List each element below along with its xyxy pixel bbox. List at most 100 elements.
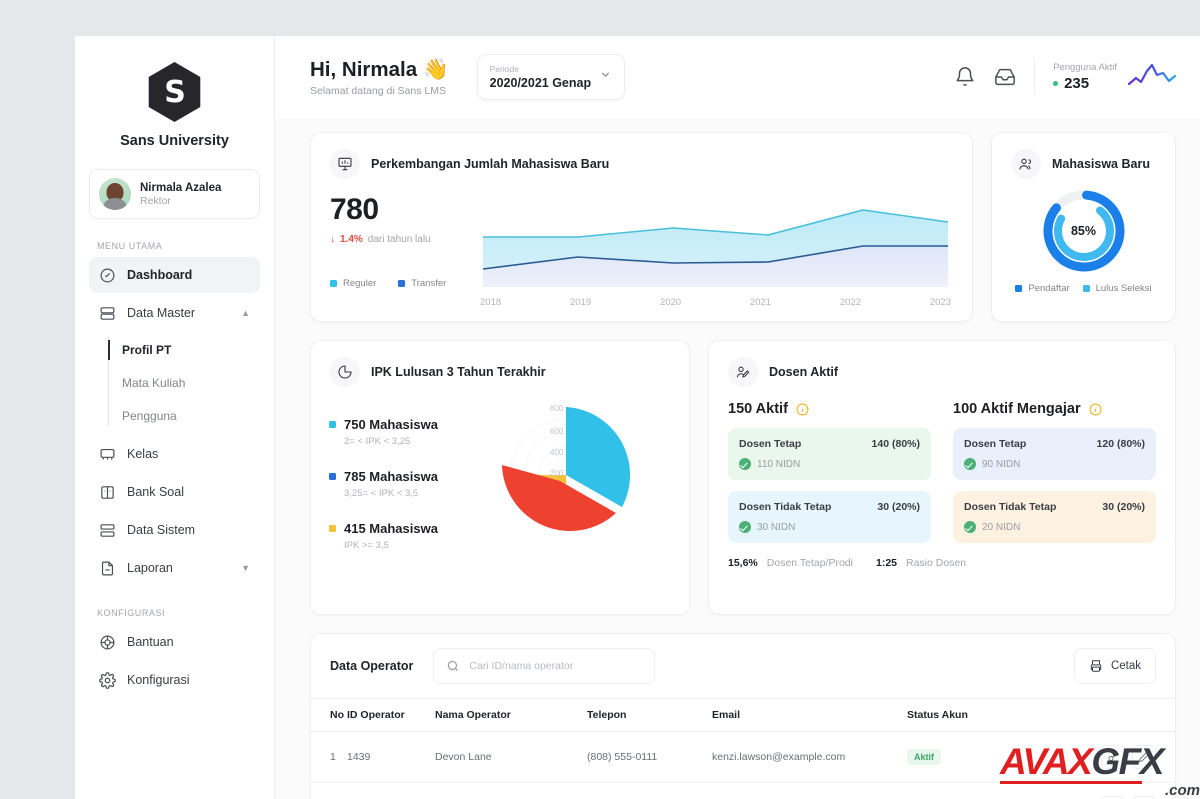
sidebar-item-label: Bank Soal xyxy=(127,485,184,499)
legend-label: 785 Mahasiswa xyxy=(344,469,438,484)
radial-tick: 800 xyxy=(550,404,564,413)
legend-swatch xyxy=(1015,285,1023,292)
dosen-box-value: 140 (80%) xyxy=(871,438,920,450)
ipk-pie-chart: 800 600 400 200 xyxy=(484,403,674,588)
sidebar-item-data-sistem[interactable]: Data Sistem xyxy=(89,512,260,548)
edit-icon[interactable] xyxy=(1132,745,1156,769)
active-users-value: 235 xyxy=(1064,75,1090,92)
legend-swatch xyxy=(330,280,337,287)
dosen-box: Dosen Tidak Tetap 30 (20%) 30 NIDN xyxy=(728,491,931,543)
operator-table-card: Data Operator Cetak No ID Operator xyxy=(310,633,1176,799)
legend-swatch xyxy=(329,525,336,532)
info-icon[interactable] xyxy=(796,403,809,416)
search-input[interactable] xyxy=(469,660,643,672)
x-tick: 2022 xyxy=(839,297,862,308)
dosen-box-sub: 20 NIDN xyxy=(982,521,1021,533)
legend-item: Transfer xyxy=(398,278,446,289)
legend-range: IPK >= 3,5 xyxy=(344,540,389,551)
legend-item: Reguler xyxy=(330,278,376,289)
legend-item: 785 Mahasiswa 3,25= < IPK < 3,5 xyxy=(329,469,484,499)
sidebar: S Sans University Nirmala Azalea Rektor … xyxy=(75,36,275,799)
dosen-box-value: 120 (80%) xyxy=(1096,438,1145,450)
donut-center-label: 85% xyxy=(1070,224,1097,238)
x-tick: 2021 xyxy=(749,297,772,308)
column-header[interactable]: Email xyxy=(712,698,907,732)
legend-swatch xyxy=(329,421,336,428)
user-profile-card[interactable]: Nirmala Azalea Rektor xyxy=(89,169,260,219)
period-value: 2020/2021 Genap xyxy=(489,76,592,90)
dosen-card: Dosen Aktif 150 Aktif Dosen Tetap 140 (8… xyxy=(708,340,1176,615)
chevron-down-icon xyxy=(599,68,612,86)
dosen-heading: 100 Aktif Mengajar xyxy=(953,401,1081,417)
growth-total: 780 xyxy=(330,193,379,226)
dosen-box-sub: 30 NIDN xyxy=(757,521,796,533)
legend-range: 2= < IPK < 3,25 xyxy=(344,436,411,447)
sidebar-subitem-mata-kuliah[interactable]: Mata Kuliah xyxy=(122,366,260,399)
cell-status: Aktif xyxy=(907,731,1007,783)
growth-legend: Reguler Transfer xyxy=(330,278,478,289)
sidebar-item-label: Bantuan xyxy=(127,635,174,649)
legend-item: Lulus Seleksi xyxy=(1082,283,1152,294)
dosen-box-sub: 110 NIDN xyxy=(757,458,801,470)
sidebar-subitem-profil-pt[interactable]: Profil PT xyxy=(122,333,260,366)
table-row[interactable]: 1 1439 Devon Lane (808) 555-0111 kenzi.l… xyxy=(311,731,1175,783)
cell-phone: (808) 555-0111 xyxy=(587,731,712,783)
bell-icon[interactable] xyxy=(954,66,976,88)
sidebar-item-laporan[interactable]: Laporan ▼ xyxy=(89,550,260,586)
table-header-row: No ID Operator Nama Operator Telepon Ema… xyxy=(311,698,1175,732)
cell-no: 2 xyxy=(311,782,347,799)
legend-label: Pendaftar xyxy=(1028,283,1070,294)
donut-chart: 85% xyxy=(992,183,1175,279)
wave-icon: 👋 xyxy=(423,57,449,81)
cell-email: kenzi.lawson@example.com xyxy=(712,731,907,783)
data-master-submenu: Profil PT Mata Kuliah Pengguna xyxy=(108,333,260,432)
table-toolbar: Data Operator Cetak xyxy=(311,634,1175,698)
sidebar-item-konfigurasi[interactable]: Konfigurasi xyxy=(89,662,260,698)
column-header[interactable]: Telepon xyxy=(587,698,712,732)
column-header-actions xyxy=(1007,698,1175,732)
period-select[interactable]: Periode 2020/2021 Genap xyxy=(476,54,625,100)
sidebar-item-kelas[interactable]: Kelas xyxy=(89,436,260,472)
document-icon xyxy=(99,560,116,577)
table-row[interactable]: 2 5028 Arlene McCoy (505) 555-0125 tim.j… xyxy=(311,782,1175,799)
search-box[interactable] xyxy=(433,648,656,684)
brand-name: Sans University xyxy=(120,133,229,149)
legend-swatch xyxy=(329,473,336,480)
greeting-subtitle: Selamat datang di Sans LMS xyxy=(310,84,446,97)
legend-item: 750 Mahasiswa 2= < IPK < 3,25 xyxy=(329,417,484,447)
sidebar-item-data-master[interactable]: Data Master ▲ xyxy=(89,295,260,331)
status-badge: Aktif xyxy=(907,749,941,765)
card-title: Dosen Aktif xyxy=(769,365,838,379)
growth-delta: ↓ 1.4% dari tahun lalu xyxy=(330,234,478,245)
donut-legend: Pendaftar Lulus Seleksi xyxy=(992,283,1175,294)
operator-table: No ID Operator Nama Operator Telepon Ema… xyxy=(311,698,1175,799)
legend-swatch xyxy=(398,280,406,287)
top-bar: Hi, Nirmala 👋 Selamat datang di Sans LMS… xyxy=(275,36,1200,118)
stat-value: 15,6% xyxy=(728,557,758,569)
profile-name: Nirmala Azalea xyxy=(140,181,222,194)
sidebar-item-dashboard[interactable]: Dashboard xyxy=(89,257,260,293)
sidebar-item-bantuan[interactable]: Bantuan xyxy=(89,624,260,660)
classroom-icon xyxy=(99,446,116,463)
key-icon[interactable] xyxy=(1101,745,1125,769)
dosen-box-name: Dosen Tidak Tetap xyxy=(739,501,832,513)
topbar-actions: Pengguna Aktif 235 xyxy=(954,59,1176,95)
sidebar-subitem-pengguna[interactable]: Pengguna xyxy=(122,399,260,432)
column-header[interactable]: ID Operator xyxy=(347,698,435,732)
x-tick: 2023 xyxy=(929,297,951,308)
check-icon xyxy=(739,458,751,470)
info-icon[interactable] xyxy=(1089,403,1102,416)
row-charts-top: Perkembangan Jumlah Mahasiswa Baru 780 ↓… xyxy=(310,132,1176,322)
column-header[interactable]: Nama Operator xyxy=(435,698,587,732)
cell-name: Arlene McCoy xyxy=(435,782,587,799)
sidebar-item-bank-soal[interactable]: Bank Soal xyxy=(89,474,260,510)
column-header[interactable]: Status Akun xyxy=(907,698,1007,732)
column-header[interactable]: No xyxy=(311,698,347,732)
legend-item: 415 Mahasiswa IPK >= 3,5 xyxy=(329,521,484,551)
growth-card: Perkembangan Jumlah Mahasiswa Baru 780 ↓… xyxy=(310,132,973,322)
cell-actions xyxy=(1007,731,1175,783)
print-button[interactable]: Cetak xyxy=(1073,648,1156,684)
inbox-icon[interactable] xyxy=(994,66,1016,88)
period-label: Periode xyxy=(489,64,519,74)
radial-tick: 200 xyxy=(550,469,564,478)
